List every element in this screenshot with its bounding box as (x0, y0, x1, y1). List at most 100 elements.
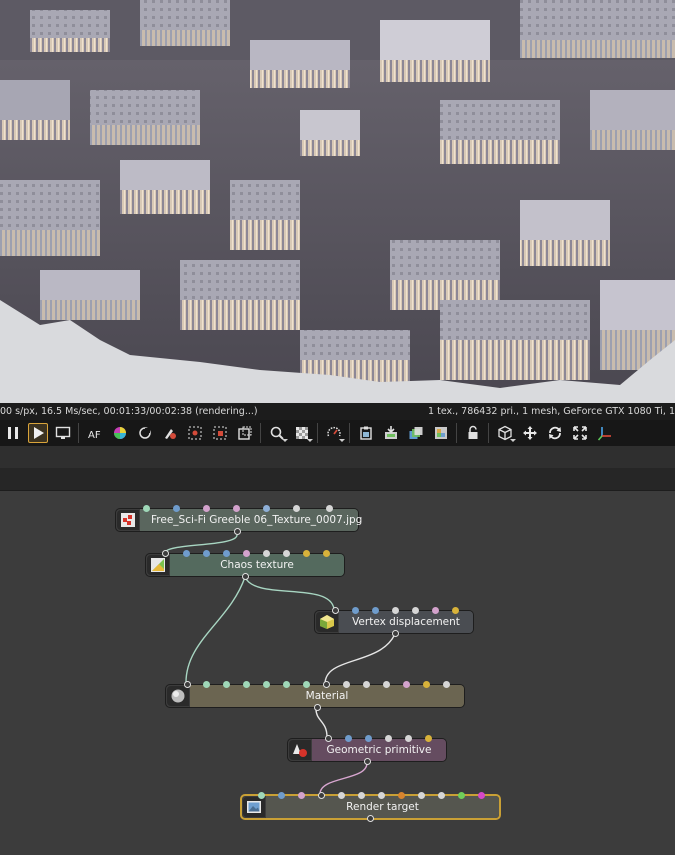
output-pin[interactable] (367, 815, 374, 822)
zoom-region-icon[interactable] (267, 423, 288, 443)
input-pin[interactable] (263, 505, 270, 512)
input-pin[interactable] (383, 681, 390, 688)
fit-view-icon[interactable] (570, 423, 590, 443)
export-passes-icon[interactable] (406, 423, 426, 443)
geometric-primitive-node[interactable]: Geometric primitive (287, 735, 447, 765)
input-pin[interactable] (318, 792, 325, 799)
input-pin[interactable] (343, 681, 350, 688)
input-pin[interactable] (432, 607, 439, 614)
input-pin[interactable] (303, 550, 310, 557)
input-pin[interactable] (143, 505, 150, 512)
input-pin[interactable] (358, 792, 365, 799)
vertex-displacement-node[interactable]: Vertex displacement (314, 607, 474, 637)
input-pin[interactable] (365, 735, 372, 742)
input-pin[interactable] (332, 607, 339, 614)
chaos-texture-node[interactable]: Chaos texture (145, 550, 345, 580)
input-pin[interactable] (323, 550, 330, 557)
monitor-icon[interactable] (53, 423, 73, 443)
move-icon[interactable] (520, 423, 540, 443)
input-pin[interactable] (162, 550, 169, 557)
af-focus-icon[interactable]: AF (85, 423, 105, 443)
input-pin[interactable] (352, 607, 359, 614)
input-pin[interactable] (243, 550, 250, 557)
output-pin[interactable] (392, 630, 399, 637)
input-pin[interactable] (203, 681, 210, 688)
input-pin[interactable] (278, 792, 285, 799)
input-pin[interactable] (385, 735, 392, 742)
toolbar-separator (78, 423, 79, 443)
input-pin[interactable] (412, 607, 419, 614)
rotate-icon[interactable] (545, 423, 565, 443)
node-graph-editor[interactable]: Free_Sci-Fi Greeble 06_Texture_0007.jpg … (0, 491, 675, 855)
input-pin[interactable] (173, 505, 180, 512)
input-pin[interactable] (478, 792, 485, 799)
lock-icon[interactable] (463, 423, 483, 443)
input-pin[interactable] (438, 792, 445, 799)
wire-geometry-to-render (319, 762, 368, 795)
input-pin[interactable] (452, 607, 459, 614)
render-priority-icon[interactable] (324, 423, 345, 443)
input-pin[interactable] (405, 735, 412, 742)
color-wheel-icon[interactable] (110, 423, 130, 443)
input-pin[interactable] (372, 607, 379, 614)
input-pin[interactable] (183, 550, 190, 557)
input-pin[interactable] (326, 505, 333, 512)
play-icon[interactable] (27, 423, 48, 443)
input-pin[interactable] (263, 681, 270, 688)
input-pin[interactable] (203, 550, 210, 557)
material-picker-icon[interactable] (160, 423, 180, 443)
input-pin[interactable] (443, 681, 450, 688)
image-texture-node[interactable]: Free_Sci-Fi Greeble 06_Texture_0007.jpg (115, 505, 362, 535)
input-pin[interactable] (323, 681, 330, 688)
input-pin[interactable] (293, 505, 300, 512)
material-sphere-icon (167, 686, 189, 706)
output-pin[interactable] (242, 573, 249, 580)
input-pin[interactable] (392, 607, 399, 614)
input-pin[interactable] (325, 735, 332, 742)
input-pin[interactable] (223, 550, 230, 557)
input-pin[interactable] (184, 681, 191, 688)
render-viewport[interactable] (0, 0, 675, 403)
input-pin[interactable] (345, 735, 352, 742)
axis-gizmo-icon[interactable] (595, 423, 615, 443)
input-pin[interactable] (403, 681, 410, 688)
output-pin[interactable] (364, 758, 371, 765)
input-pin[interactable] (338, 792, 345, 799)
copy-to-clipboard-icon[interactable] (356, 423, 376, 443)
material-label: Material (190, 685, 464, 707)
input-pin[interactable] (398, 792, 405, 799)
input-pin[interactable] (363, 681, 370, 688)
input-pin[interactable] (418, 792, 425, 799)
input-pin[interactable] (233, 505, 240, 512)
vertex-displacement-icon (316, 612, 338, 632)
input-pin[interactable] (243, 681, 250, 688)
input-pin[interactable] (203, 505, 210, 512)
input-pin[interactable] (458, 792, 465, 799)
camera-target-icon[interactable] (210, 423, 230, 443)
viewport-cube-icon[interactable] (495, 423, 516, 443)
white-balance-icon[interactable] (135, 423, 155, 443)
material-node[interactable]: Material (165, 681, 465, 711)
output-pin[interactable] (314, 704, 321, 711)
input-pin[interactable] (425, 735, 432, 742)
save-render-icon[interactable] (381, 423, 401, 443)
render-target-node[interactable]: Render target (240, 792, 501, 822)
pause-icon[interactable] (3, 423, 23, 443)
wire-material-to-geometry (315, 708, 328, 738)
input-pin[interactable] (283, 550, 290, 557)
input-pin[interactable] (258, 792, 265, 799)
output-pin[interactable] (234, 528, 241, 535)
gallery-icon[interactable] (431, 423, 451, 443)
input-pin[interactable] (378, 792, 385, 799)
region-render-icon[interactable] (235, 423, 255, 443)
input-pin[interactable] (223, 681, 230, 688)
object-picker-icon[interactable] (185, 423, 205, 443)
input-pin[interactable] (298, 792, 305, 799)
film-region-icon[interactable] (292, 423, 313, 443)
input-pin[interactable] (283, 681, 290, 688)
input-pin[interactable] (263, 550, 270, 557)
input-pin[interactable] (423, 681, 430, 688)
input-pin[interactable] (303, 681, 310, 688)
panel-divider (0, 446, 675, 468)
chaos-texture-icon (147, 555, 169, 575)
